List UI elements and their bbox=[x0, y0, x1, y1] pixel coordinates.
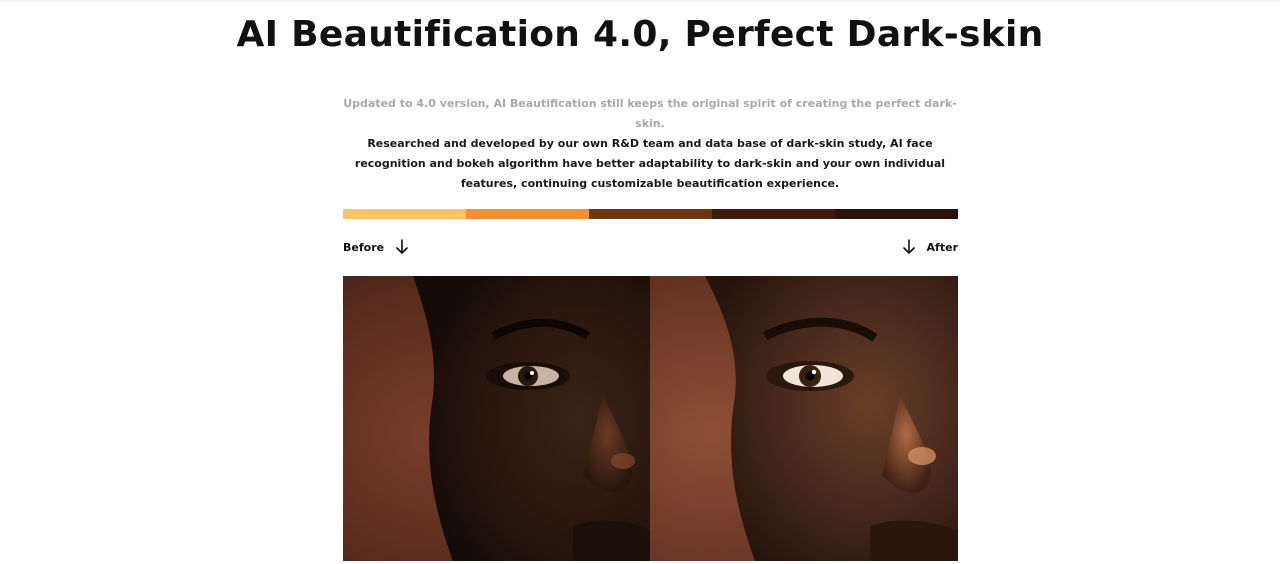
skin-tone-swatch bbox=[835, 209, 958, 219]
arrow-down-icon bbox=[902, 239, 915, 254]
skin-tone-swatch bbox=[466, 209, 589, 219]
after-label-group: After bbox=[902, 239, 958, 255]
skin-tone-swatch bbox=[712, 209, 835, 219]
top-divider bbox=[0, 0, 1280, 2]
before-label: Before bbox=[343, 240, 385, 254]
skin-tone-bar bbox=[343, 209, 958, 219]
description-body: Researched and developed by our own R&D … bbox=[354, 137, 946, 190]
after-photo bbox=[650, 276, 958, 561]
description-intro: Updated to 4.0 version, AI Beautificatio… bbox=[343, 97, 957, 130]
before-photo bbox=[343, 276, 650, 561]
feature-description: Updated to 4.0 version, AI Beautificatio… bbox=[330, 94, 970, 194]
page-title: AI Beautification 4.0, Perfect Dark-skin bbox=[236, 14, 1044, 55]
after-label: After bbox=[926, 240, 958, 254]
skin-tone-swatch bbox=[343, 209, 466, 219]
before-label-group: Before bbox=[343, 239, 408, 255]
skin-tone-swatch bbox=[589, 209, 712, 219]
arrow-down-icon bbox=[396, 239, 408, 254]
